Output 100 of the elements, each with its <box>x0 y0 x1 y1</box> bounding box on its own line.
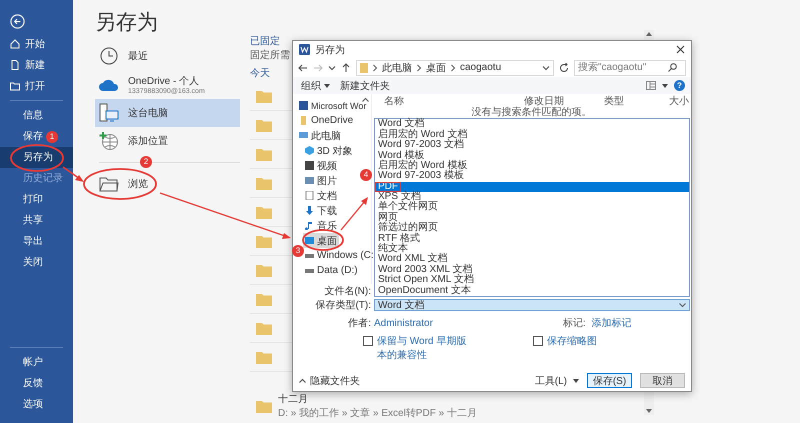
file-type-dropdown[interactable]: Word 文档 <box>374 299 690 311</box>
sidebar-nav-label: 打开 <box>25 80 45 92</box>
chevron-right-icon <box>416 64 422 72</box>
folder-path: D: » 我的工作 » 文章 » Excel转PDF » 十二月 <box>278 406 477 420</box>
field-label: 文件名(N): <box>323 284 372 298</box>
chevron-right-icon <box>450 64 456 72</box>
close-icon[interactable] <box>676 45 685 54</box>
nav-item[interactable]: Windows (C: <box>303 248 376 263</box>
video-icon <box>305 161 314 170</box>
nav-item[interactable]: 音乐 <box>303 218 339 233</box>
save-button[interactable]: 保存(S) <box>587 373 632 388</box>
sidebar-item[interactable]: 关闭 <box>0 252 46 273</box>
file-type-option[interactable]: Word 97-2003 文档 <box>375 140 689 151</box>
new-folder-button[interactable]: 新建文件夹 <box>338 78 392 92</box>
nav-item[interactable]: 桌面 <box>303 233 339 248</box>
location-label: 这台电脑 <box>128 106 168 120</box>
cancel-button[interactable]: 取消 <box>640 373 685 388</box>
sidebar-item[interactable]: 保存 <box>0 126 46 147</box>
up-arrow-icon[interactable] <box>341 62 351 72</box>
sidebar-item[interactable]: 选项 <box>0 394 46 415</box>
breadcrumb-item[interactable]: 此电脑 <box>382 60 412 74</box>
location-label: 浏览 <box>128 178 148 191</box>
caret-icon[interactable] <box>662 84 668 88</box>
refresh-icon[interactable] <box>559 62 569 72</box>
breadcrumb-item[interactable]: 桌面 <box>426 60 446 74</box>
scroll-down-icon[interactable] <box>645 407 653 415</box>
add-tag-link[interactable]: 添加标记 <box>592 316 632 330</box>
location-item[interactable]: 浏览 <box>95 170 240 198</box>
file-type-option[interactable]: RTF 格式 <box>375 234 689 244</box>
caret-icon <box>324 84 330 88</box>
field-label: 作者: <box>347 316 372 330</box>
file-type-option[interactable]: Strict Open XML 文档 <box>375 275 689 286</box>
caret-icon <box>573 378 579 382</box>
desktop-icon <box>305 236 314 245</box>
location-item[interactable]: 最近 <box>95 42 240 70</box>
nav-item[interactable]: 文档 <box>303 188 339 203</box>
tools-button[interactable]: 工具(L) <box>534 374 579 388</box>
nav-item[interactable]: OneDrive <box>297 113 356 128</box>
sidebar-item[interactable]: 反馈 <box>0 373 46 394</box>
checkbox-label[interactable]: 保留与 Word 早期版本的兼容性 <box>377 334 473 362</box>
column-header[interactable]: 修改日期 <box>524 94 604 108</box>
checkbox[interactable] <box>363 336 373 346</box>
column-header[interactable]: 名称 <box>384 94 524 108</box>
scroll-up-icon[interactable] <box>362 97 369 102</box>
checkbox-label[interactable]: 保存缩略图 <box>547 334 597 348</box>
home-icon <box>10 38 20 48</box>
sidebar-item[interactable]: 共享 <box>0 210 46 231</box>
nav-item[interactable]: 图片 <box>303 173 339 188</box>
file-type-option[interactable]: Word 97-2003 模板 <box>375 171 689 182</box>
file-type-option[interactable]: Word XML 文档 <box>375 254 689 265</box>
sidebar-item[interactable]: 信息 <box>0 105 46 126</box>
view-icon[interactable] <box>646 81 656 90</box>
file-type-option[interactable]: 单个文件网页 <box>375 202 689 213</box>
file-type-option[interactable]: Word 模板 <box>375 150 689 161</box>
annotation-circle <box>10 144 64 172</box>
column-header[interactable]: 类型 <box>604 94 669 108</box>
column-header[interactable]: 大小 <box>669 94 691 108</box>
sidebar-item[interactable]: 帐户 <box>0 352 46 373</box>
annotation-circle <box>302 229 344 251</box>
author-value[interactable]: Administrator <box>374 318 433 328</box>
nav-item[interactable]: 此电脑 <box>297 128 343 143</box>
sidebar-nav-item[interactable]: 新建 <box>0 54 73 75</box>
back-icon[interactable] <box>10 14 25 29</box>
sidebar-item[interactable]: 另存为 <box>0 147 73 168</box>
folder-icon <box>10 80 20 90</box>
nav-item[interactable]: 下载 <box>303 203 339 218</box>
location-label: 最近 <box>128 50 148 63</box>
breadcrumb-item[interactable]: caogaotu <box>460 62 502 73</box>
globe-plus-icon <box>99 131 119 151</box>
checkbox[interactable] <box>533 336 543 346</box>
file-type-option[interactable]: 筛选过的网页 <box>375 223 689 234</box>
organize-button[interactable]: 组织 <box>299 78 332 92</box>
sidebar-item[interactable]: 导出 <box>0 231 46 252</box>
folder-name[interactable]: 十二月 <box>278 392 477 406</box>
cube-icon <box>305 146 314 155</box>
nav-item[interactable]: Microsoft Wor <box>297 98 368 113</box>
file-type-option[interactable]: OpenDocument 文本 <box>375 286 689 296</box>
file-type-option[interactable]: Word 文档 <box>375 119 689 130</box>
location-label: OneDrive - 个人 <box>128 75 200 88</box>
field-label: 标记: <box>562 316 586 330</box>
group-heading: 今天 <box>250 67 270 80</box>
file-type-option[interactable]: XPS 文档 <box>375 192 689 202</box>
address-bar[interactable]: 此电脑 桌面 caogaotu <box>356 60 554 76</box>
nav-item[interactable]: Data (D:) <box>303 263 360 278</box>
sidebar-nav-item[interactable]: 打开 <box>0 75 73 96</box>
search-field[interactable]: 搜索"caogaotu" <box>574 60 686 76</box>
nav-item[interactable]: 视频 <box>303 158 339 173</box>
picture-icon <box>305 176 314 185</box>
sidebar-nav-label: 开始 <box>25 38 45 50</box>
scroll-up-icon[interactable] <box>645 30 653 38</box>
location-item[interactable]: 这台电脑 <box>95 99 240 127</box>
nav-item[interactable]: 3D 对象 <box>303 143 355 158</box>
chevron-down-icon[interactable] <box>542 64 550 72</box>
sidebar-item[interactable]: 打印 <box>0 189 46 210</box>
chevron-down-icon[interactable] <box>328 64 336 72</box>
location-item[interactable]: 添加位置 <box>95 127 240 155</box>
help-button[interactable]: ? <box>674 80 685 91</box>
hide-folders-button[interactable]: 隐藏文件夹 <box>299 374 360 388</box>
back-arrow-icon[interactable] <box>298 62 308 72</box>
sidebar-nav-item[interactable]: 开始 <box>0 33 73 54</box>
